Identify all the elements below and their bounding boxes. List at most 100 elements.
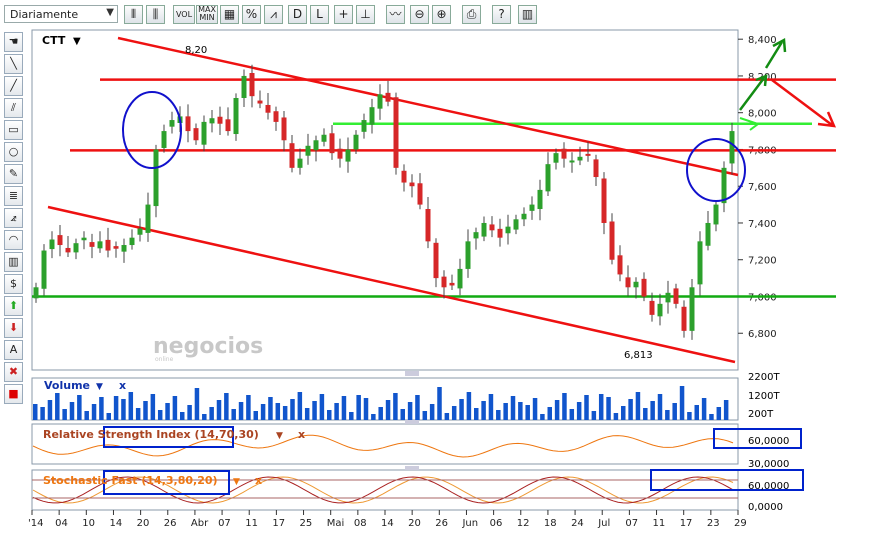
volume-bar xyxy=(363,398,369,420)
volume-bar xyxy=(407,402,413,420)
volume-bar xyxy=(694,405,699,420)
candle-body xyxy=(361,120,367,132)
symbol-label[interactable]: CTT xyxy=(42,34,66,47)
volume-bar xyxy=(429,404,435,420)
candle-body xyxy=(473,232,479,239)
volume-menu-chevron-icon[interactable]: ▼ xyxy=(96,382,103,392)
candle-body xyxy=(585,153,591,156)
date-tick-label: 25 xyxy=(300,518,313,529)
volume-bar xyxy=(643,408,648,420)
volume-bar xyxy=(562,393,567,420)
candle-body xyxy=(689,287,695,331)
candle-body xyxy=(289,143,295,168)
volume-bar xyxy=(238,402,244,420)
date-tick-label: 14 xyxy=(109,518,122,529)
volume-bar xyxy=(165,403,170,420)
candle-body xyxy=(257,100,263,104)
candle-body xyxy=(297,158,303,168)
rsi-menu-chevron-icon[interactable]: ▼ xyxy=(276,431,283,441)
volume-bar xyxy=(716,407,722,420)
date-tick-label: 18 xyxy=(544,518,557,529)
candle-body xyxy=(657,303,663,317)
volume-bar xyxy=(62,409,67,420)
stoch-menu-chevron-icon[interactable]: ▼ xyxy=(233,477,240,487)
candle-body xyxy=(305,145,311,156)
candle-body xyxy=(457,268,463,289)
volume-bar xyxy=(224,393,229,420)
volume-bar xyxy=(723,400,729,420)
date-tick-label: 20 xyxy=(408,518,421,529)
candle-body xyxy=(233,98,239,135)
candle-body xyxy=(537,189,543,210)
volume-bar xyxy=(584,395,589,420)
date-tick-label: 20 xyxy=(137,518,150,529)
candle-body xyxy=(337,148,343,159)
candle-body xyxy=(57,235,63,246)
volume-bar xyxy=(135,408,141,420)
price-tick-label: 7,400 xyxy=(748,219,777,230)
candle-body xyxy=(113,246,119,249)
volume-bar xyxy=(510,396,516,420)
volume-title: Volume xyxy=(44,379,90,392)
volume-bar xyxy=(91,404,97,420)
candle-body xyxy=(81,237,87,241)
volume-bar xyxy=(385,400,391,420)
candle-body xyxy=(433,242,439,279)
panel-splitter xyxy=(405,466,419,470)
candle-body xyxy=(481,222,487,237)
candle-body xyxy=(609,221,615,260)
rsi-title: Relative Strength Index (14,70,30) xyxy=(43,428,259,441)
volume-bar xyxy=(687,412,692,420)
volume-bar xyxy=(69,402,75,420)
candle-body xyxy=(713,204,719,225)
candle-body xyxy=(601,178,607,223)
candle-body xyxy=(665,292,671,303)
stoch-close-button[interactable]: x xyxy=(255,474,262,487)
date-tick-label: 10 xyxy=(82,518,95,529)
volume-bar xyxy=(157,410,163,420)
volume-bar xyxy=(209,407,214,420)
price-tick-label: 8,400 xyxy=(748,35,777,46)
panel-splitter xyxy=(405,420,419,424)
candle-body xyxy=(241,75,247,98)
rsi-close-button[interactable]: x xyxy=(298,428,305,441)
volume-bar xyxy=(77,395,82,420)
candle-body xyxy=(193,128,199,141)
date-tick-label: 26 xyxy=(435,518,448,529)
candle-body xyxy=(641,278,647,297)
candle-body xyxy=(281,117,287,141)
volume-bar xyxy=(657,394,663,420)
candle-body xyxy=(617,255,623,275)
candle-body xyxy=(185,116,191,132)
volume-bar xyxy=(128,392,134,420)
date-tick-label: Jul xyxy=(597,518,610,529)
price-tick-label: 7,000 xyxy=(748,292,777,303)
volume-bar xyxy=(99,397,104,420)
candle-body xyxy=(249,73,255,97)
candle-body xyxy=(425,209,431,242)
volume-bar xyxy=(503,403,508,420)
volume-bar xyxy=(55,393,60,420)
volume-bar xyxy=(371,414,376,420)
volume-bar xyxy=(180,412,185,420)
candle-body xyxy=(49,239,55,250)
volume-bar xyxy=(194,388,200,420)
date-tick-label: 07 xyxy=(218,518,231,529)
volume-bar xyxy=(525,405,530,420)
candle-body xyxy=(393,97,399,168)
date-tick-label: 06 xyxy=(490,518,503,529)
volume-bar xyxy=(378,407,383,420)
date-tick-label: 17 xyxy=(680,518,693,529)
panel-splitter xyxy=(405,371,419,376)
volume-bar xyxy=(172,396,178,420)
symbol-chevron-down-icon[interactable]: ▼ xyxy=(73,36,81,47)
volume-close-button[interactable]: x xyxy=(119,379,126,392)
volume-bar xyxy=(106,413,111,420)
volume-bar xyxy=(47,400,53,420)
volume-bar xyxy=(319,394,325,420)
volume-bar xyxy=(606,397,611,420)
volume-bar xyxy=(481,401,486,420)
candle-body xyxy=(97,241,103,249)
stoch-tick-1: 0,0000 xyxy=(748,502,783,513)
volume-bar xyxy=(488,394,494,420)
